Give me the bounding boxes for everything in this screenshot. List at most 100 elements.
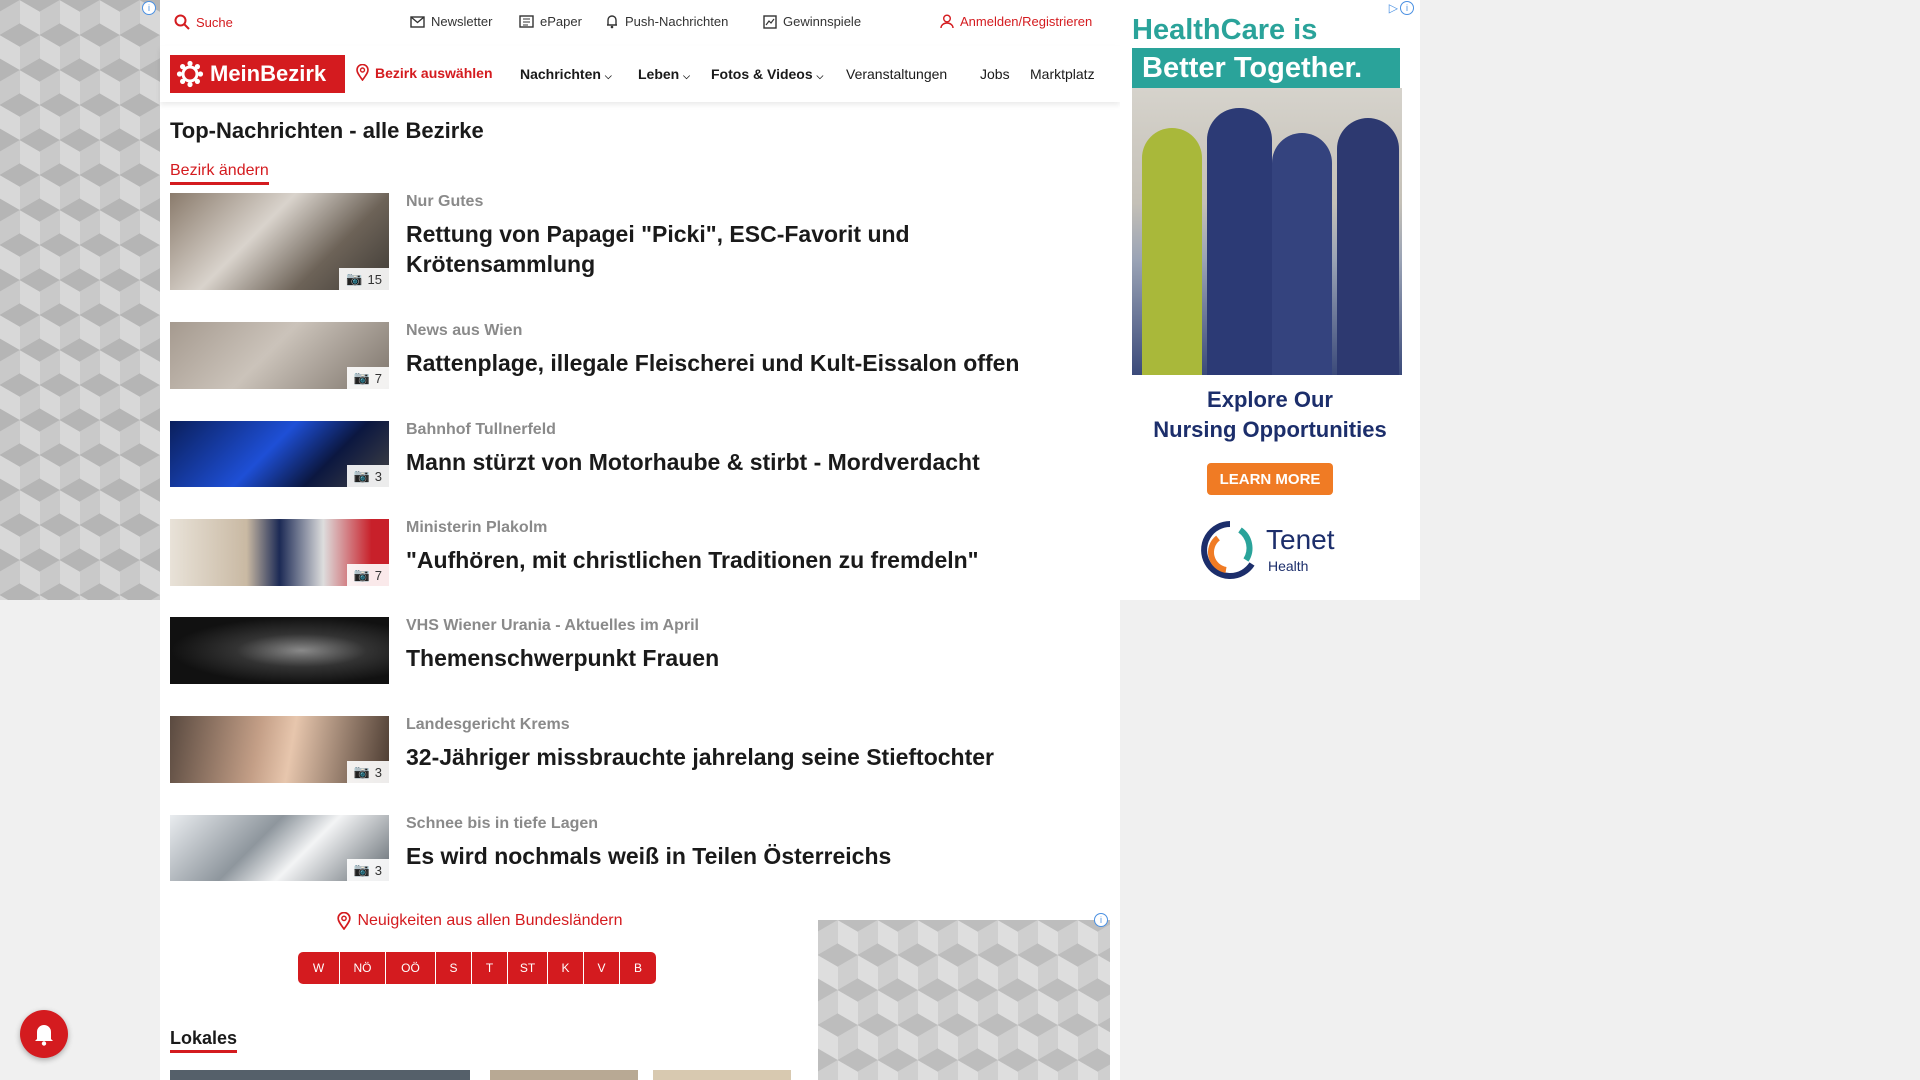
district-select-link[interactable]: Bezirk auswählen bbox=[356, 64, 493, 81]
ad-cta-title: Explore Our Nursing Opportunities bbox=[1120, 385, 1420, 445]
article-item[interactable]: 📷 7 Ministerin Plakolm "Aufhören, mit chr… bbox=[170, 519, 1110, 589]
state-button-noe[interactable]: NÖ bbox=[340, 952, 386, 984]
article-kicker: Schnee bis in tiefe Lagen bbox=[406, 815, 599, 832]
article-headline[interactable]: "Aufhören, mit christlichen Traditionen … bbox=[406, 545, 1106, 575]
ad-cta-line: Explore Our bbox=[1207, 387, 1333, 412]
photo-count: 3 bbox=[374, 468, 382, 484]
photo-count-badge: 📷 15 bbox=[339, 268, 389, 290]
nav-photos-videos[interactable]: Fotos & Videos ⌵ bbox=[711, 66, 823, 82]
state-buttons: W NÖ OÖ S T ST K V B bbox=[298, 952, 656, 984]
article-kicker: Nur Gutes bbox=[406, 193, 484, 210]
all-states-news-link[interactable]: Neuigkeiten aus allen Bundesländern bbox=[320, 912, 640, 930]
user-icon bbox=[940, 14, 954, 29]
article-item[interactable]: 📷 15 Nur Gutes Rettung von Papagei "Picki… bbox=[170, 193, 1110, 293]
article-headline[interactable]: Themenschwerpunkt Frauen bbox=[406, 643, 1106, 673]
state-button-k[interactable]: K bbox=[548, 952, 584, 984]
newspaper-icon bbox=[519, 15, 534, 28]
article-item[interactable]: 📷 3 Landesgericht Krems 32-Jähriger missb… bbox=[170, 716, 1110, 786]
nav-news[interactable]: Nachrichten ⌵ bbox=[520, 66, 612, 82]
article-thumbnail[interactable]: 📷 7 bbox=[170, 322, 389, 389]
nav-photos-label: Fotos & Videos bbox=[711, 66, 813, 82]
tenet-brand: Tenet bbox=[1266, 524, 1335, 555]
ad-cta-line: Nursing Opportunities bbox=[1153, 417, 1387, 442]
article-kicker: Bahnhof Tullnerfeld bbox=[406, 421, 556, 438]
article-item[interactable]: 📷 3 Schnee bis in tiefe Lagen Es wird noc… bbox=[170, 815, 1110, 885]
ad-photo bbox=[1132, 88, 1402, 375]
article-thumbnail[interactable]: 📷 7 bbox=[170, 519, 389, 586]
map-pin-icon bbox=[337, 912, 352, 930]
state-button-st[interactable]: ST bbox=[508, 952, 548, 984]
ad-info-icon: i bbox=[1400, 1, 1414, 15]
tenet-logo: Tenet Health bbox=[1198, 518, 1348, 579]
article-thumbnail[interactable]: 📷 3 bbox=[170, 421, 389, 487]
article-kicker: Ministerin Plakolm bbox=[406, 519, 548, 536]
gallery-icon: 📷 bbox=[353, 567, 370, 582]
article-thumbnail[interactable]: 📷 3 bbox=[170, 815, 389, 881]
epaper-link[interactable]: ePaper bbox=[519, 14, 582, 29]
ad-info-icon[interactable]: i bbox=[142, 1, 156, 15]
photo-count: 7 bbox=[374, 370, 382, 386]
ad-headline-banner: Better Together. bbox=[1132, 48, 1400, 88]
newsletter-label: Newsletter bbox=[431, 14, 493, 29]
article-kicker: Landesgericht Krems bbox=[406, 716, 570, 733]
nav-jobs[interactable]: Jobs bbox=[980, 66, 1010, 82]
photo-count: 3 bbox=[374, 764, 382, 780]
top-utility-bar: Suche Newsletter ePaper Push-Nachrichten… bbox=[160, 0, 1120, 46]
article-headline[interactable]: Rettung von Papagei "Picki", ESC-Favorit… bbox=[406, 219, 1006, 279]
state-button-b[interactable]: B bbox=[620, 952, 656, 984]
article-headline[interactable]: Es wird nochmals weiß in Teilen Österrei… bbox=[406, 841, 1106, 871]
gallery-icon: 📷 bbox=[346, 271, 363, 286]
local-thumbnail[interactable] bbox=[170, 1070, 470, 1080]
state-button-s[interactable]: S bbox=[436, 952, 472, 984]
photo-count-badge: 📷 7 bbox=[346, 564, 389, 586]
state-button-v[interactable]: V bbox=[584, 952, 620, 984]
article-thumbnail[interactable]: 📷 15 bbox=[170, 193, 389, 290]
epaper-label: ePaper bbox=[540, 14, 582, 29]
local-thumbnail[interactable] bbox=[653, 1070, 791, 1080]
state-button-t[interactable]: T bbox=[472, 952, 508, 984]
notification-bell-button[interactable] bbox=[20, 1010, 68, 1058]
nav-events[interactable]: Veranstaltungen bbox=[846, 66, 947, 82]
article-headline[interactable]: 32-Jähriger missbrauchte jahrelang seine… bbox=[406, 742, 1106, 772]
nav-marketplace[interactable]: Marktplatz bbox=[1030, 66, 1110, 82]
nav-news-label: Nachrichten bbox=[520, 66, 601, 82]
contests-link[interactable]: Gewinnspiele bbox=[763, 14, 861, 29]
chevron-down-icon: ⌵ bbox=[683, 71, 690, 81]
change-district-link[interactable]: Bezirk ändern bbox=[170, 162, 269, 185]
photo-count-badge: 📷 3 bbox=[346, 761, 389, 783]
tenet-swirl-icon bbox=[1201, 521, 1255, 579]
ad-placeholder[interactable] bbox=[818, 920, 1110, 1080]
photo-count: 3 bbox=[374, 862, 382, 878]
push-label: Push-Nachrichten bbox=[625, 14, 729, 29]
side-advertisement[interactable]: ▷ i HealthCare is Better Together. Explo… bbox=[1120, 0, 1420, 600]
gallery-icon: 📷 bbox=[353, 468, 370, 483]
article-kicker: News aus Wien bbox=[406, 322, 523, 339]
state-button-ooe[interactable]: OÖ bbox=[386, 952, 436, 984]
bell-icon bbox=[35, 1025, 53, 1046]
article-item[interactable]: VHS Wiener Urania - Aktuelles im April T… bbox=[170, 617, 1110, 687]
ad-learn-more-button[interactable]: LEARN MORE bbox=[1207, 463, 1333, 495]
logo-flower-icon bbox=[176, 60, 204, 88]
photo-count-badge: 📷 3 bbox=[346, 465, 389, 487]
login-link[interactable]: Anmelden/Registrieren bbox=[940, 14, 1092, 29]
login-label: Anmelden/Registrieren bbox=[960, 14, 1093, 29]
article-kicker: VHS Wiener Urania - Aktuelles im April bbox=[406, 617, 699, 634]
nav-life[interactable]: Leben ⌵ bbox=[638, 66, 690, 82]
state-button-w[interactable]: W bbox=[298, 952, 340, 984]
ad-choices[interactable]: ▷ i bbox=[1389, 1, 1414, 15]
logo[interactable]: MeinBezirk bbox=[170, 55, 345, 93]
section-title-local: Lokales bbox=[170, 1028, 238, 1053]
article-headline[interactable]: Mann stürzt von Motorhaube & stirbt - Mo… bbox=[406, 447, 1106, 477]
article-item[interactable]: 📷 3 Bahnhof Tullnerfeld Mann stürzt von M… bbox=[170, 421, 1110, 491]
article-thumbnail[interactable] bbox=[170, 617, 389, 684]
push-link[interactable]: Push-Nachrichten bbox=[605, 14, 728, 29]
main-column: Suche Newsletter ePaper Push-Nachrichten… bbox=[160, 0, 1120, 1080]
article-item[interactable]: 📷 7 News aus Wien Rattenplage, illegale F… bbox=[170, 322, 1110, 392]
article-headline[interactable]: Rattenplage, illegale Fleischerei und Ku… bbox=[406, 348, 1106, 378]
local-thumbnail[interactable] bbox=[490, 1070, 638, 1080]
ad-headline: HealthCare is bbox=[1132, 14, 1318, 46]
article-thumbnail[interactable]: 📷 3 bbox=[170, 716, 389, 783]
newsletter-link[interactable]: Newsletter bbox=[410, 14, 492, 29]
ad-info-icon[interactable]: i bbox=[1094, 913, 1108, 927]
search-link[interactable]: Suche bbox=[174, 14, 233, 30]
